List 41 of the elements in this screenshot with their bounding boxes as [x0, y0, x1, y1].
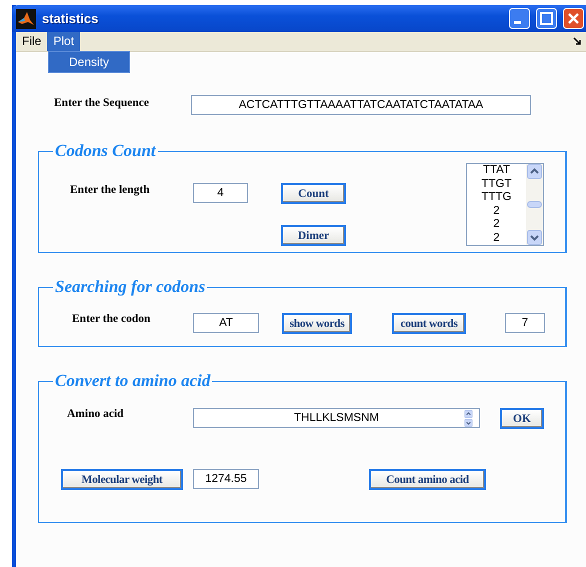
length-field[interactable]: 4 [193, 183, 248, 203]
app-logo-icon [16, 8, 36, 28]
menu-item[interactable]: File [16, 32, 48, 51]
scroll-thumb-icon[interactable] [527, 201, 542, 208]
panel-title: Convert to amino acid [54, 371, 212, 391]
menu-item[interactable]: Plot [47, 32, 80, 51]
codon-field[interactable]: AT [193, 313, 259, 333]
count-button[interactable]: Count [281, 183, 346, 204]
menu-option[interactable]: Density [49, 52, 129, 72]
list-item[interactable]: 2 [493, 232, 500, 245]
weight-field: 1274.55 [193, 469, 259, 489]
field-label: Enter the Sequence [54, 97, 150, 109]
count-amino-acid-button[interactable]: Count amino acid [369, 469, 486, 490]
list-item[interactable]: TTAT [482, 164, 510, 178]
field-value: THLLKLSMSNM [294, 412, 379, 424]
list-item[interactable]: 2 [493, 204, 500, 218]
maximize-button[interactable] [536, 8, 557, 29]
field-label: Amino acid [67, 408, 125, 420]
ok-button[interactable]: OK [500, 408, 544, 429]
results-list[interactable]: TTAT TTGT TTTG 2 2 2 [466, 163, 544, 246]
field-label: Enter the codon [72, 313, 152, 325]
dimer-button[interactable]: Dimer [281, 225, 346, 246]
list-item[interactable]: TTGT [481, 178, 512, 191]
list-item[interactable]: TTTG [481, 191, 512, 204]
list-item[interactable]: 2 [493, 218, 500, 232]
field-label: Enter the length [70, 184, 151, 196]
dock-arrow-icon[interactable] [573, 37, 582, 46]
scrollbar[interactable] [526, 164, 543, 245]
panel-title: Searching for codons [54, 277, 206, 297]
sequence-field[interactable]: ACTCATTTGTTAAAATTATCAATATCTAATATAA [191, 95, 531, 115]
amino-acid-field[interactable]: THLLKLSMSNM [193, 408, 480, 428]
word-count-field: 7 [505, 313, 545, 333]
minimize-button[interactable] [509, 8, 530, 29]
panel-title: Codons Count [54, 141, 157, 161]
molecular-weight-button[interactable]: Molecular weight [61, 469, 183, 490]
window-title: statistics [42, 11, 100, 26]
scroll-down-icon[interactable] [527, 230, 542, 245]
close-button[interactable] [563, 8, 584, 29]
scroll-up-icon[interactable] [527, 164, 542, 179]
show-words-button[interactable]: show words [282, 313, 352, 334]
count-words-button[interactable]: count words [392, 313, 466, 334]
